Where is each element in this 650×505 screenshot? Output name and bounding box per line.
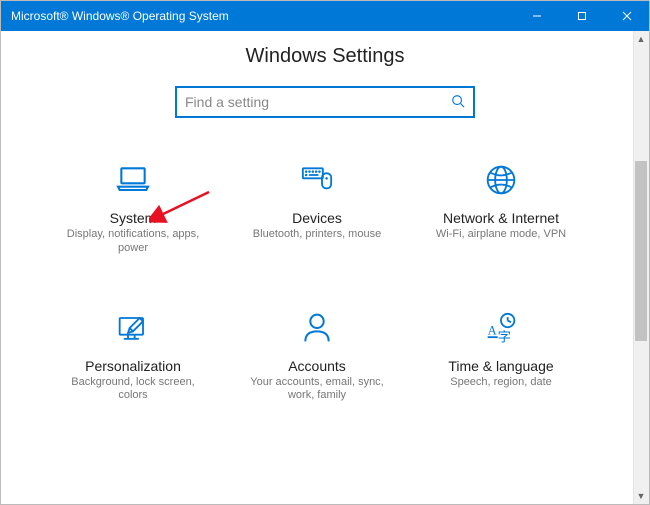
search-wrap: [1, 86, 649, 118]
tile-title: Network & Internet: [443, 210, 559, 226]
person-icon: [297, 306, 337, 350]
tile-desc: Display, notifications, apps, power: [58, 228, 208, 256]
tile-personalization[interactable]: Personalization Background, lock screen,…: [41, 306, 225, 404]
tile-title: Devices: [292, 210, 342, 226]
window-title: Microsoft® Windows® Operating System: [11, 9, 229, 23]
globe-icon: [481, 158, 521, 202]
tile-system[interactable]: System Display, notifications, apps, pow…: [41, 158, 225, 256]
svg-text:A: A: [488, 323, 497, 337]
page-title: Windows Settings: [1, 45, 649, 68]
tile-desc: Your accounts, email, sync, work, family: [242, 376, 392, 404]
titlebar: Microsoft® Windows® Operating System: [1, 1, 649, 31]
search-box[interactable]: [175, 86, 475, 118]
devices-icon: [297, 158, 337, 202]
search-icon: [451, 94, 465, 111]
scrollbar-track[interactable]: ▲ ▼: [633, 31, 649, 504]
tile-title: Time & language: [448, 358, 553, 374]
maximize-button[interactable]: [559, 1, 604, 31]
window-controls: [514, 1, 649, 31]
minimize-button[interactable]: [514, 1, 559, 31]
scroll-down-button[interactable]: ▼: [633, 488, 649, 504]
close-button[interactable]: [604, 1, 649, 31]
tile-network[interactable]: Network & Internet Wi-Fi, airplane mode,…: [409, 158, 593, 256]
tile-title: Accounts: [288, 358, 346, 374]
scroll-up-button[interactable]: ▲: [633, 31, 649, 47]
tile-desc: Wi-Fi, airplane mode, VPN: [436, 228, 566, 242]
tile-accounts[interactable]: Accounts Your accounts, email, sync, wor…: [225, 306, 409, 404]
tile-devices[interactable]: Devices Bluetooth, printers, mouse: [225, 158, 409, 256]
tile-time-language[interactable]: A 字 Time & language Speech, region, date: [409, 306, 593, 404]
settings-grid: System Display, notifications, apps, pow…: [1, 158, 633, 403]
tile-desc: Background, lock screen, colors: [58, 376, 208, 404]
tile-title: Personalization: [85, 358, 181, 374]
search-input[interactable]: [185, 94, 451, 110]
svg-text:字: 字: [498, 329, 511, 344]
scrollbar-thumb[interactable]: [635, 161, 647, 341]
tile-title: System: [110, 210, 157, 226]
tile-desc: Speech, region, date: [450, 376, 552, 390]
personalization-icon: [113, 306, 153, 350]
time-language-icon: A 字: [481, 306, 521, 350]
content-area: Windows Settings System Display, notific…: [1, 31, 649, 504]
tile-desc: Bluetooth, printers, mouse: [253, 228, 381, 242]
laptop-icon: [113, 158, 153, 202]
